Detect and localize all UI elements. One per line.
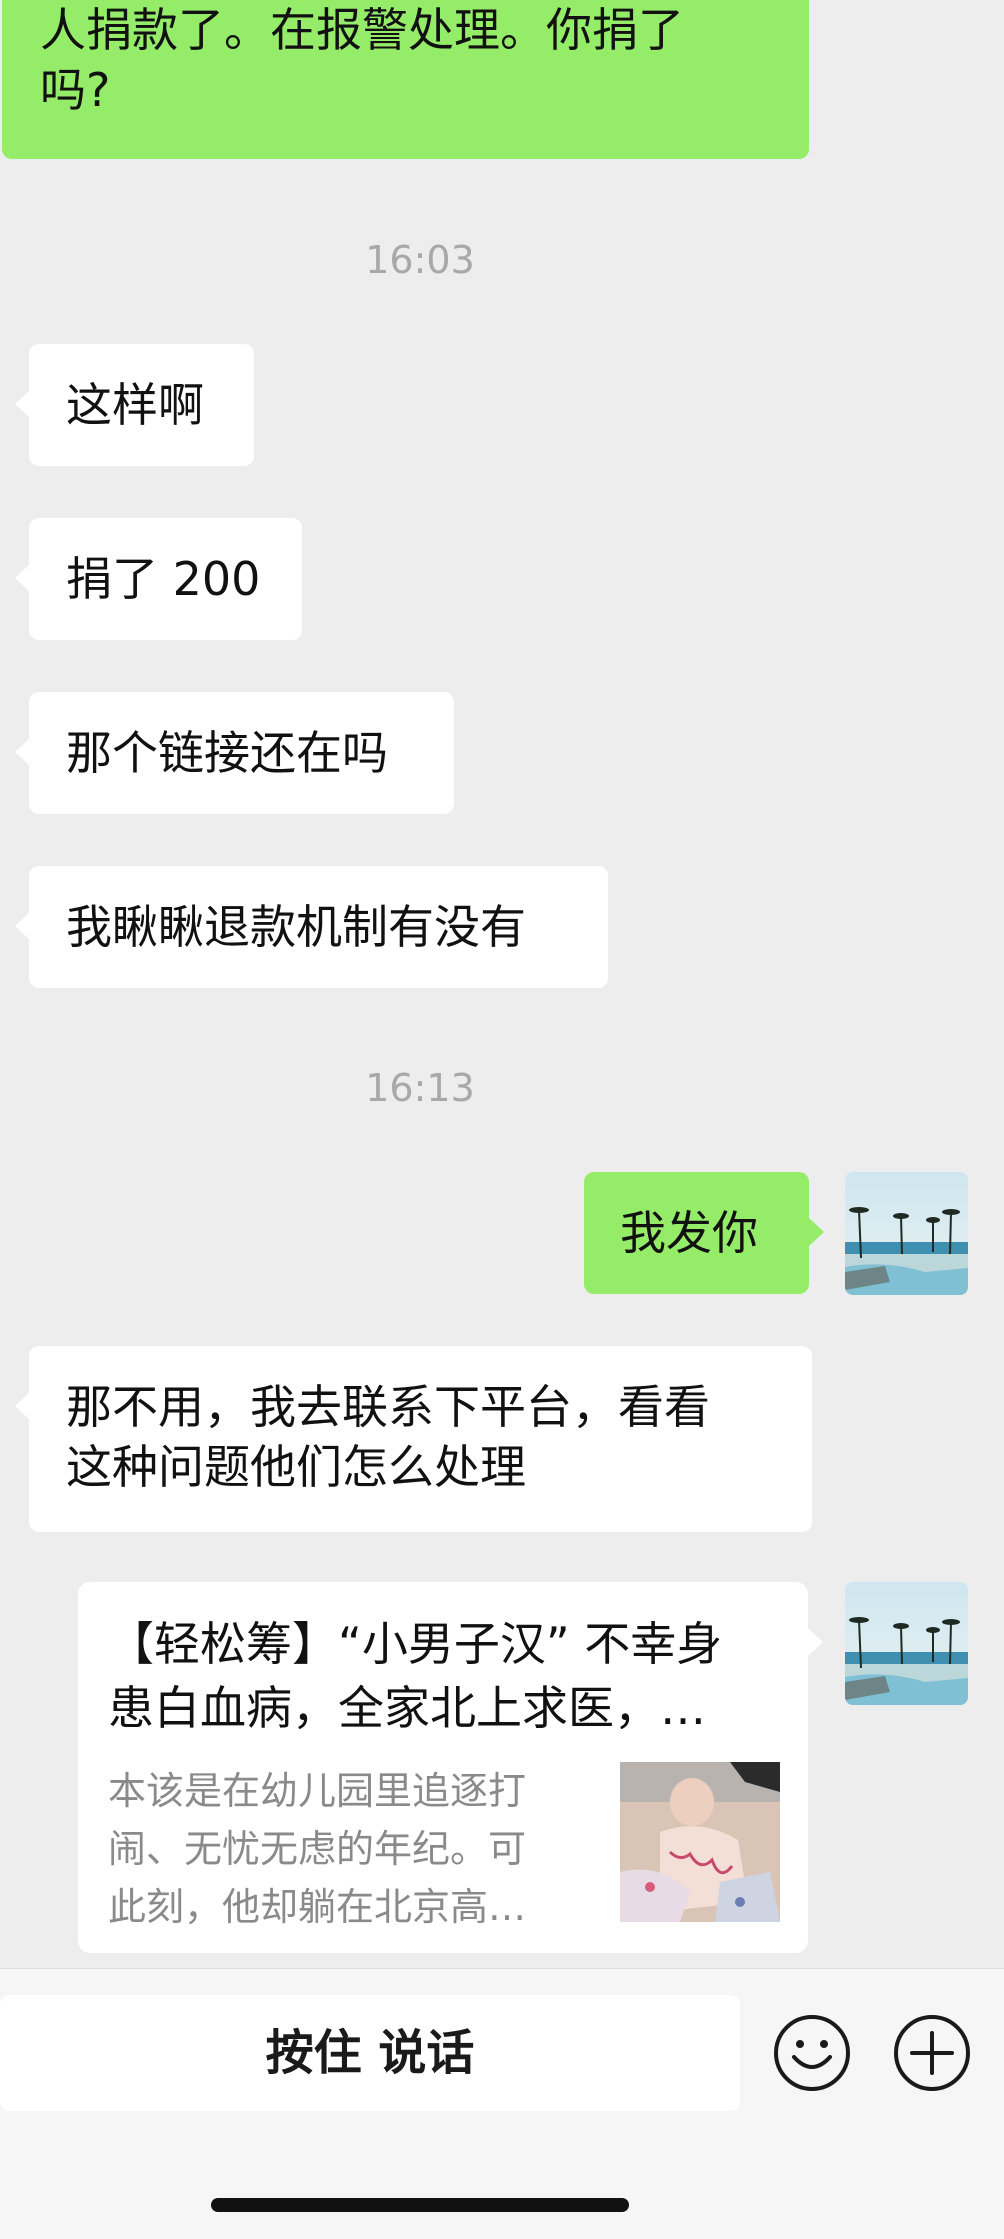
- avatar[interactable]: [845, 1582, 968, 1705]
- more-button[interactable]: [892, 2013, 972, 2093]
- message-bubble-outgoing[interactable]: 我发你: [584, 1172, 824, 1294]
- home-indicator[interactable]: [211, 2198, 629, 2212]
- message-bubble-incoming[interactable]: 这样啊: [15, 344, 254, 466]
- message-text: 那个链接还在吗: [66, 726, 388, 780]
- link-card-description-line: 闹、无忧无虑的年纪。可: [108, 1827, 527, 1871]
- timestamp: 16:13: [365, 1066, 475, 1110]
- avatar[interactable]: [845, 1172, 968, 1295]
- emoji-icon: [774, 2015, 850, 2091]
- link-card-title: 【轻松筹】“小男子汉” 不幸身: [108, 1617, 723, 1671]
- message-text: 捐了 200: [66, 552, 261, 606]
- avatar-image: [845, 1172, 968, 1295]
- message-text: 那不用，我去联系下平台，看看: [66, 1380, 710, 1434]
- message-bubble-incoming[interactable]: 那不用，我去联系下平台，看看 这种问题他们怎么处理: [15, 1346, 812, 1532]
- message-text: 我发你: [620, 1206, 758, 1260]
- message-text: 吗?: [40, 63, 111, 117]
- link-card-title: 患白血病，全家北上求医，…: [108, 1681, 706, 1735]
- timestamp: 16:03: [365, 238, 475, 282]
- message-bubble-incoming[interactable]: 我瞅瞅退款机制有没有: [15, 866, 608, 988]
- message-text: 这种问题他们怎么处理: [66, 1440, 526, 1494]
- link-card-thumbnail: [620, 1762, 780, 1922]
- chat-area[interactable]: 人捐款了。在报警处理。你捐了 吗? 16:03 这样啊 捐了 200 那个链接还…: [0, 0, 1004, 1968]
- plus-icon: [894, 2015, 970, 2091]
- avatar-image: [845, 1582, 968, 1705]
- message-text: 我瞅瞅退款机制有没有: [66, 900, 526, 954]
- message-bubble-incoming[interactable]: 捐了 200: [15, 518, 302, 640]
- link-card-description-line: 本该是在幼儿园里追逐打: [108, 1769, 527, 1813]
- hold-to-talk-button[interactable]: 按住 说话: [0, 1995, 740, 2111]
- link-card[interactable]: 【轻松筹】“小男子汉” 不幸身 患白血病，全家北上求医，… 本该是在幼儿园里追逐…: [78, 1582, 823, 1953]
- link-card-description: 本该是在幼儿园里追逐打 闹、无忧无虑的年纪。可 此刻，他却躺在北京高…: [108, 1762, 568, 1936]
- message-bubble-incoming[interactable]: 那个链接还在吗: [15, 692, 454, 814]
- emoji-button[interactable]: [772, 2013, 852, 2093]
- message-bubble-outgoing[interactable]: 人捐款了。在报警处理。你捐了 吗?: [2, 0, 809, 159]
- link-card-description-line: 此刻，他却躺在北京高…: [108, 1885, 527, 1929]
- message-text: 这样啊: [66, 378, 204, 432]
- message-text: 人捐款了。在报警处理。你捐了: [40, 3, 684, 57]
